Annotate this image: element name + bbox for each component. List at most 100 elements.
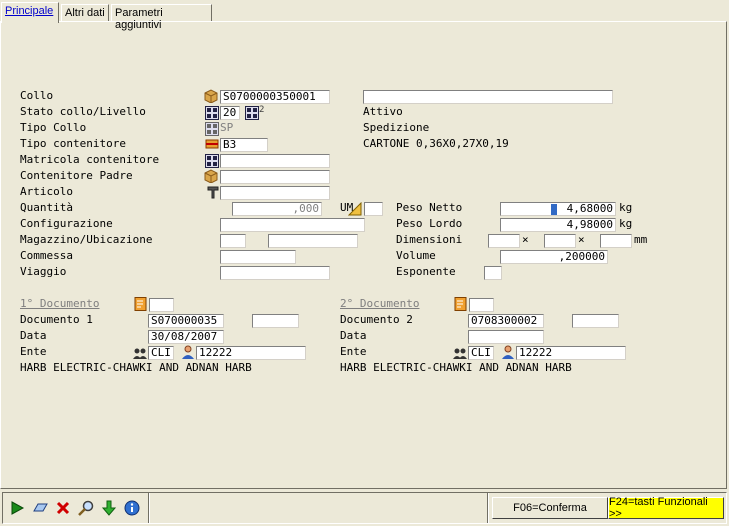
viaggio-field[interactable] [220, 266, 330, 280]
doc1-data-label: Data [20, 329, 47, 342]
doc1-ente-type-field[interactable]: CLI [148, 346, 174, 360]
container-icon[interactable] [205, 137, 219, 151]
stato-desc: Attivo [363, 105, 403, 118]
magazzino-field[interactable] [220, 234, 246, 248]
doc2-ente-name: HARB ELECTRIC-CHAWKI AND ADNAN HARB [340, 361, 572, 374]
collo-field[interactable]: S0700000350001 [220, 90, 330, 104]
doc2-data-label: Data [340, 329, 367, 342]
doc1-title: 1° Documento [20, 297, 100, 310]
commessa-field[interactable] [220, 250, 296, 264]
volume-label: Volume [396, 249, 436, 262]
doc1-ente-code-field[interactable]: 12222 [196, 346, 306, 360]
tasti-funzionali-button[interactable]: F24=tasti Funzionali >> [608, 496, 724, 520]
magazzino-label: Magazzino/Ubicazione [20, 233, 153, 246]
doc1-type-field[interactable] [149, 298, 174, 312]
doc1-ente-label: Ente [20, 345, 47, 358]
doc1-label: Documento 1 [20, 313, 93, 326]
peso-lordo-label: Peso Lordo [396, 217, 463, 230]
doc1-date-field[interactable]: 30/08/2007 [148, 330, 224, 344]
eraser-button[interactable] [30, 498, 50, 518]
play-button[interactable] [7, 498, 27, 518]
people-icon[interactable] [453, 346, 467, 360]
grid-icon[interactable] [205, 154, 219, 168]
user-icon[interactable] [181, 345, 195, 359]
box-icon[interactable] [204, 169, 218, 183]
articolo-field[interactable] [220, 186, 330, 200]
toolbar-separator [148, 493, 150, 523]
tipo-collo-label: Tipo Collo [20, 121, 87, 134]
document-icon[interactable] [134, 297, 148, 311]
document-icon[interactable] [454, 297, 468, 311]
tab-parametri-aggiuntivi[interactable]: Parametri aggiuntivi [111, 4, 212, 31]
doc2-label: Documento 2 [340, 313, 413, 326]
dim-width-field[interactable] [544, 234, 576, 248]
info-icon [124, 500, 140, 516]
toolbar-separator [487, 493, 489, 523]
doc1-ente-name: HARB ELECTRIC-CHAWKI AND ADNAN HARB [20, 361, 252, 374]
quantita-field[interactable]: ,000 [232, 202, 322, 216]
ubicazione-field[interactable] [268, 234, 358, 248]
user-icon[interactable] [501, 345, 515, 359]
dim-separator: × [578, 233, 585, 246]
bottom-toolbar: F06=Conferma F24=tasti Funzionali >> [2, 492, 727, 524]
doc2-ente-label: Ente [340, 345, 367, 358]
kg-label: kg [619, 201, 633, 214]
tipo-collo-value: SP [220, 121, 234, 134]
doc2-ente-type-field[interactable]: CLI [468, 346, 494, 360]
grid-icon[interactable] [205, 106, 219, 120]
doc2-number-field[interactable]: 0708300002 [468, 314, 544, 328]
kg-label: kg [619, 217, 633, 230]
padre-field[interactable] [220, 170, 330, 184]
arrow-down-icon [101, 500, 117, 516]
articolo-label: Articolo [20, 185, 73, 198]
box-icon[interactable] [204, 89, 218, 103]
doc2-type-field[interactable] [469, 298, 494, 312]
doc1-number-field[interactable]: S070000035 [148, 314, 224, 328]
stato-field[interactable]: 20 [220, 106, 240, 120]
grid-icon[interactable] [245, 106, 259, 120]
peso-netto-value: 4,68000 [566, 202, 613, 215]
doc1-extra-field[interactable] [252, 314, 299, 328]
grid-icon[interactable] [205, 122, 219, 136]
dim-height-field[interactable] [600, 234, 632, 248]
conferma-button[interactable]: F06=Conferma [492, 497, 608, 519]
matricola-label: Matricola contenitore [20, 153, 160, 166]
peso-lordo-field[interactable]: 4,98000 [500, 218, 616, 232]
matricola-field[interactable] [220, 154, 330, 168]
tab-altri-dati[interactable]: Altri dati [61, 4, 109, 22]
dimensioni-label: Dimensioni [396, 233, 463, 246]
dim-length-field[interactable] [488, 234, 520, 248]
collo-desc-field[interactable] [363, 90, 613, 104]
eraser-icon [33, 503, 48, 512]
tab-bar: Principale Altri dati Parametri aggiunti… [0, 0, 729, 31]
peso-netto-field[interactable]: 4,68000 [500, 202, 616, 216]
doc2-date-field[interactable] [468, 330, 544, 344]
peso-netto-label: Peso Netto [396, 201, 463, 214]
text-cursor [551, 204, 557, 215]
um-field[interactable] [364, 202, 383, 216]
mm-label: mm [634, 233, 648, 246]
configurazione-field[interactable] [220, 218, 365, 232]
article-icon[interactable] [206, 185, 220, 199]
search-button[interactable] [76, 498, 96, 518]
search-icon [78, 500, 94, 516]
tipo-collo-desc: Spedizione [363, 121, 430, 134]
stato-label: Stato collo/Livello [20, 105, 146, 118]
livello-value: 2 [259, 105, 265, 115]
close-icon [56, 501, 70, 515]
ruler-icon[interactable] [348, 202, 362, 216]
delete-button[interactable] [53, 498, 73, 518]
viaggio-label: Viaggio [20, 265, 67, 278]
volume-field[interactable]: ,200000 [500, 250, 608, 264]
people-icon[interactable] [133, 346, 147, 360]
configurazione-label: Configurazione [20, 217, 113, 230]
padre-label: Contenitore Padre [20, 169, 133, 182]
esponente-field[interactable] [484, 266, 502, 280]
tipo-contenitore-field[interactable]: B3 [220, 138, 268, 152]
info-button[interactable] [122, 498, 142, 518]
doc2-ente-code-field[interactable]: 12222 [516, 346, 626, 360]
tab-principale[interactable]: Principale [1, 2, 59, 23]
doc2-extra-field[interactable] [572, 314, 619, 328]
go-button[interactable] [99, 498, 119, 518]
play-icon [11, 501, 25, 515]
